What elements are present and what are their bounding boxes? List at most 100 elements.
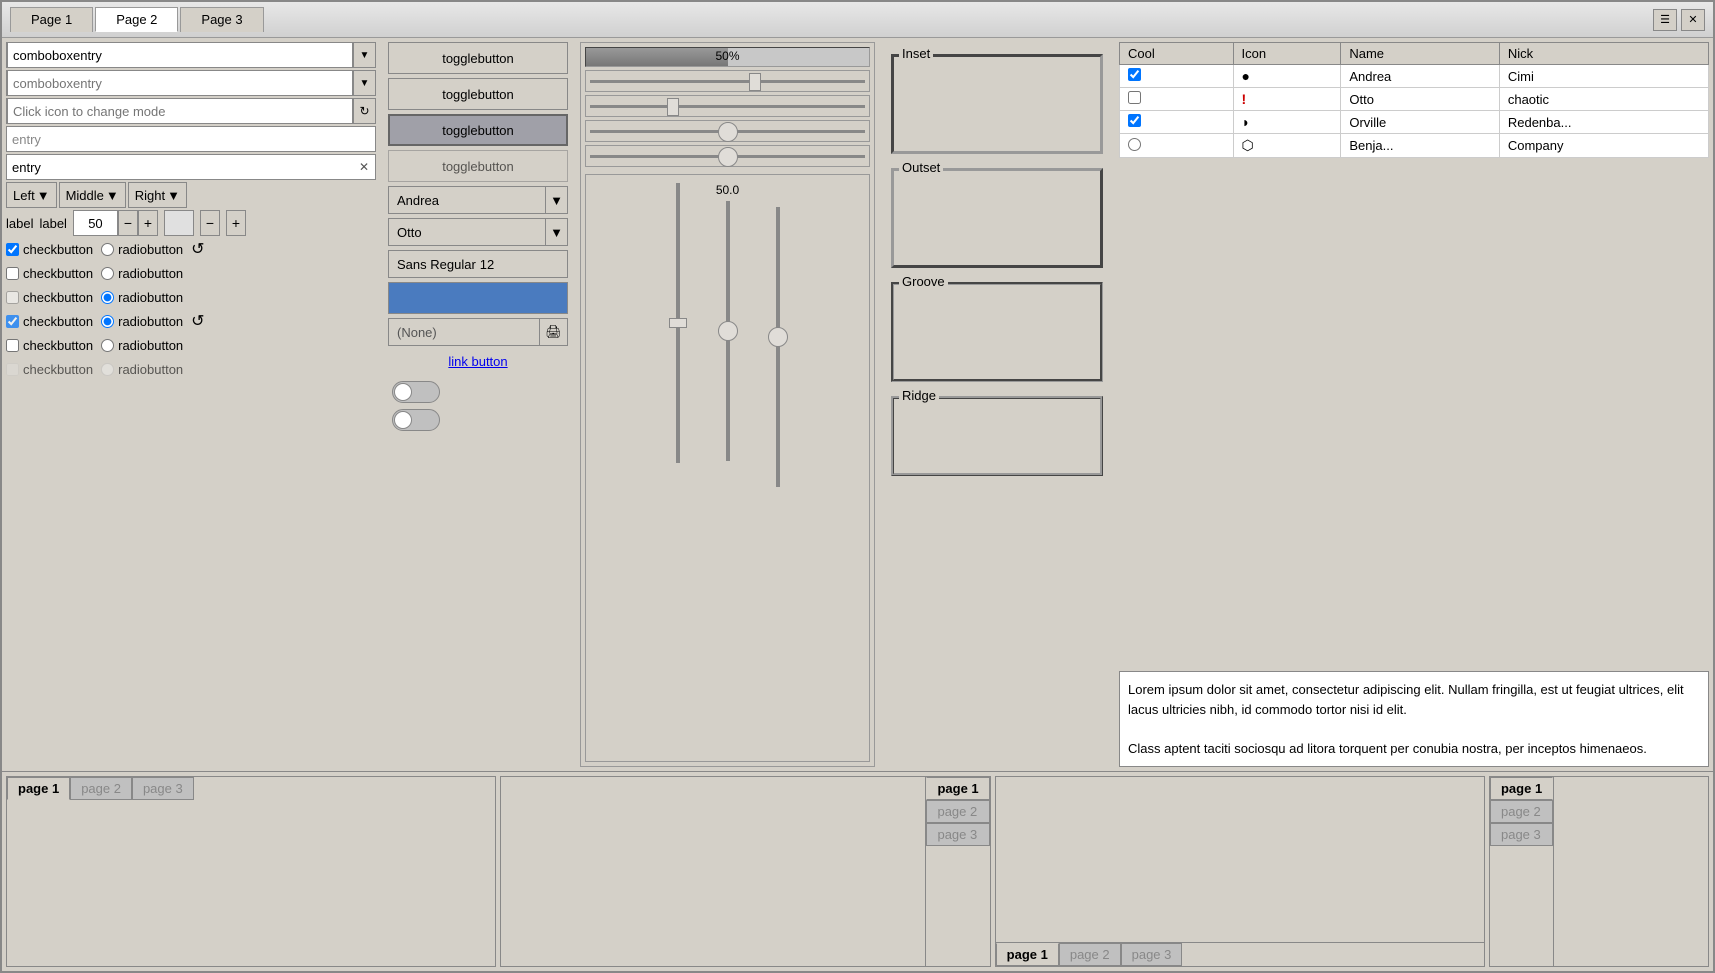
image-icon[interactable]: 🖨 bbox=[539, 319, 567, 345]
nb3-tab1[interactable]: page 1 bbox=[996, 943, 1059, 966]
cell-cool-1[interactable] bbox=[1120, 65, 1234, 88]
check6-label[interactable]: checkbutton bbox=[6, 362, 93, 377]
search-mode-btn[interactable]: ↻ bbox=[353, 99, 375, 123]
cell-cool-3[interactable] bbox=[1120, 111, 1234, 134]
spinner-plus[interactable]: + bbox=[138, 210, 158, 236]
search-input[interactable] bbox=[7, 98, 353, 124]
cell-cool-4[interactable] bbox=[1120, 134, 1234, 158]
none-row[interactable]: (None) 🖨 bbox=[388, 318, 568, 346]
nb3-tab3[interactable]: page 3 bbox=[1121, 943, 1183, 966]
nb4-tab2[interactable]: page 2 bbox=[1490, 800, 1553, 823]
menu-button[interactable]: ☰ bbox=[1653, 9, 1677, 31]
tab-page1[interactable]: Page 1 bbox=[10, 7, 93, 32]
radio3[interactable] bbox=[101, 291, 114, 304]
align-left-combo[interactable]: Left ▼ bbox=[6, 182, 57, 208]
check5[interactable] bbox=[6, 339, 19, 352]
close-button[interactable]: ✕ bbox=[1681, 9, 1705, 31]
color-plus[interactable]: + bbox=[226, 210, 246, 236]
col-nick[interactable]: Nick bbox=[1499, 43, 1708, 65]
h-slider-row3[interactable] bbox=[585, 120, 870, 142]
nb1-tab3[interactable]: page 3 bbox=[132, 777, 194, 800]
combobox2-input[interactable] bbox=[7, 70, 353, 96]
font-button[interactable]: Sans Regular 12 bbox=[388, 250, 568, 278]
radio2[interactable] bbox=[101, 267, 114, 280]
check5-label[interactable]: checkbutton bbox=[6, 338, 93, 353]
togglebtn1[interactable]: togglebutton bbox=[388, 42, 568, 74]
h-slider-row4[interactable] bbox=[585, 145, 870, 167]
check4[interactable] bbox=[6, 315, 19, 328]
row1-cool[interactable] bbox=[1128, 68, 1141, 81]
nb2-tab1[interactable]: page 1 bbox=[926, 777, 989, 800]
search-row[interactable]: ↻ bbox=[6, 98, 376, 124]
radio5-label[interactable]: radiobutton bbox=[101, 338, 183, 353]
dropdown1[interactable]: Andrea ▼ bbox=[388, 186, 568, 214]
check1[interactable] bbox=[6, 243, 19, 256]
entry-with-clear[interactable]: entry ✕ bbox=[6, 154, 376, 180]
ridge-frame-wrapper: Ridge bbox=[891, 396, 1103, 476]
combobox2[interactable]: ▼ bbox=[6, 70, 376, 96]
col-cool[interactable]: Cool bbox=[1120, 43, 1234, 65]
togglebtn2[interactable]: togglebutton bbox=[388, 78, 568, 110]
h-slider-row2[interactable] bbox=[585, 95, 870, 117]
col-icon[interactable]: Icon bbox=[1233, 43, 1341, 65]
nb2-tab3[interactable]: page 3 bbox=[926, 823, 989, 846]
tab-page3[interactable]: Page 3 bbox=[180, 7, 263, 32]
spinner-minus[interactable]: − bbox=[118, 210, 138, 236]
v-track2[interactable] bbox=[726, 201, 730, 461]
nb1-tab1[interactable]: page 1 bbox=[7, 777, 70, 800]
combobox1-arrow[interactable]: ▼ bbox=[353, 43, 375, 67]
col-name[interactable]: Name bbox=[1341, 43, 1499, 65]
color-minus[interactable]: − bbox=[200, 210, 220, 236]
tab-page2[interactable]: Page 2 bbox=[95, 7, 178, 32]
dropdown2[interactable]: Otto ▼ bbox=[388, 218, 568, 246]
switch2[interactable] bbox=[392, 409, 440, 431]
link-button[interactable]: link button bbox=[444, 350, 511, 373]
dropdown1-arrow[interactable]: ▼ bbox=[545, 187, 567, 213]
spinner-input[interactable] bbox=[73, 210, 118, 236]
radio1[interactable] bbox=[101, 243, 114, 256]
v-track1[interactable] bbox=[676, 183, 680, 463]
radio5[interactable] bbox=[101, 339, 114, 352]
nb3-tab2[interactable]: page 2 bbox=[1059, 943, 1121, 966]
nb2-tab2[interactable]: page 2 bbox=[926, 800, 989, 823]
v-thumb2 bbox=[718, 321, 738, 341]
check6[interactable] bbox=[6, 363, 19, 376]
radio2-label[interactable]: radiobutton bbox=[101, 266, 183, 281]
notebook4-tabs: page 1 page 2 page 3 bbox=[1490, 777, 1554, 966]
check1-label[interactable]: checkbutton bbox=[6, 242, 93, 257]
check3[interactable] bbox=[6, 291, 19, 304]
combobox1[interactable]: ▼ bbox=[6, 42, 376, 68]
v-track3[interactable] bbox=[776, 207, 780, 487]
radio6[interactable] bbox=[101, 363, 114, 376]
color-bar[interactable] bbox=[388, 282, 568, 314]
clear-button[interactable]: ✕ bbox=[353, 155, 375, 179]
dropdown2-label: Otto bbox=[389, 222, 545, 243]
nb4-tab1[interactable]: page 1 bbox=[1490, 777, 1553, 800]
dropdown2-arrow[interactable]: ▼ bbox=[545, 219, 567, 245]
check2-label[interactable]: checkbutton bbox=[6, 266, 93, 281]
check2[interactable] bbox=[6, 267, 19, 280]
align-right-combo[interactable]: Right ▼ bbox=[128, 182, 187, 208]
radio4[interactable] bbox=[101, 315, 114, 328]
row2-cool[interactable] bbox=[1128, 91, 1141, 104]
h-slider-row1[interactable] bbox=[585, 70, 870, 92]
switch1[interactable] bbox=[392, 381, 440, 403]
combobox1-input[interactable] bbox=[7, 42, 353, 68]
radio6-label[interactable]: radiobutton bbox=[101, 362, 183, 377]
color-box1[interactable] bbox=[164, 210, 194, 236]
togglebtn3[interactable]: togglebutton bbox=[388, 114, 568, 146]
row3-cool[interactable] bbox=[1128, 114, 1141, 127]
row4-cool[interactable] bbox=[1128, 138, 1141, 151]
check4-label[interactable]: checkbutton bbox=[6, 314, 93, 329]
cell-cool-2[interactable] bbox=[1120, 88, 1234, 111]
radio3-label[interactable]: radiobutton bbox=[101, 290, 183, 305]
radio4-label[interactable]: radiobutton bbox=[101, 314, 183, 329]
combobox2-arrow[interactable]: ▼ bbox=[353, 71, 375, 95]
table-row: ◗ Orville Redenba... bbox=[1120, 111, 1709, 134]
togglebtn4[interactable]: togglebutton bbox=[388, 150, 568, 182]
nb4-tab3[interactable]: page 3 bbox=[1490, 823, 1553, 846]
radio1-label[interactable]: radiobutton bbox=[101, 242, 183, 257]
nb1-tab2[interactable]: page 2 bbox=[70, 777, 132, 800]
check3-label[interactable]: checkbutton bbox=[6, 290, 93, 305]
align-middle-combo[interactable]: Middle ▼ bbox=[59, 182, 126, 208]
